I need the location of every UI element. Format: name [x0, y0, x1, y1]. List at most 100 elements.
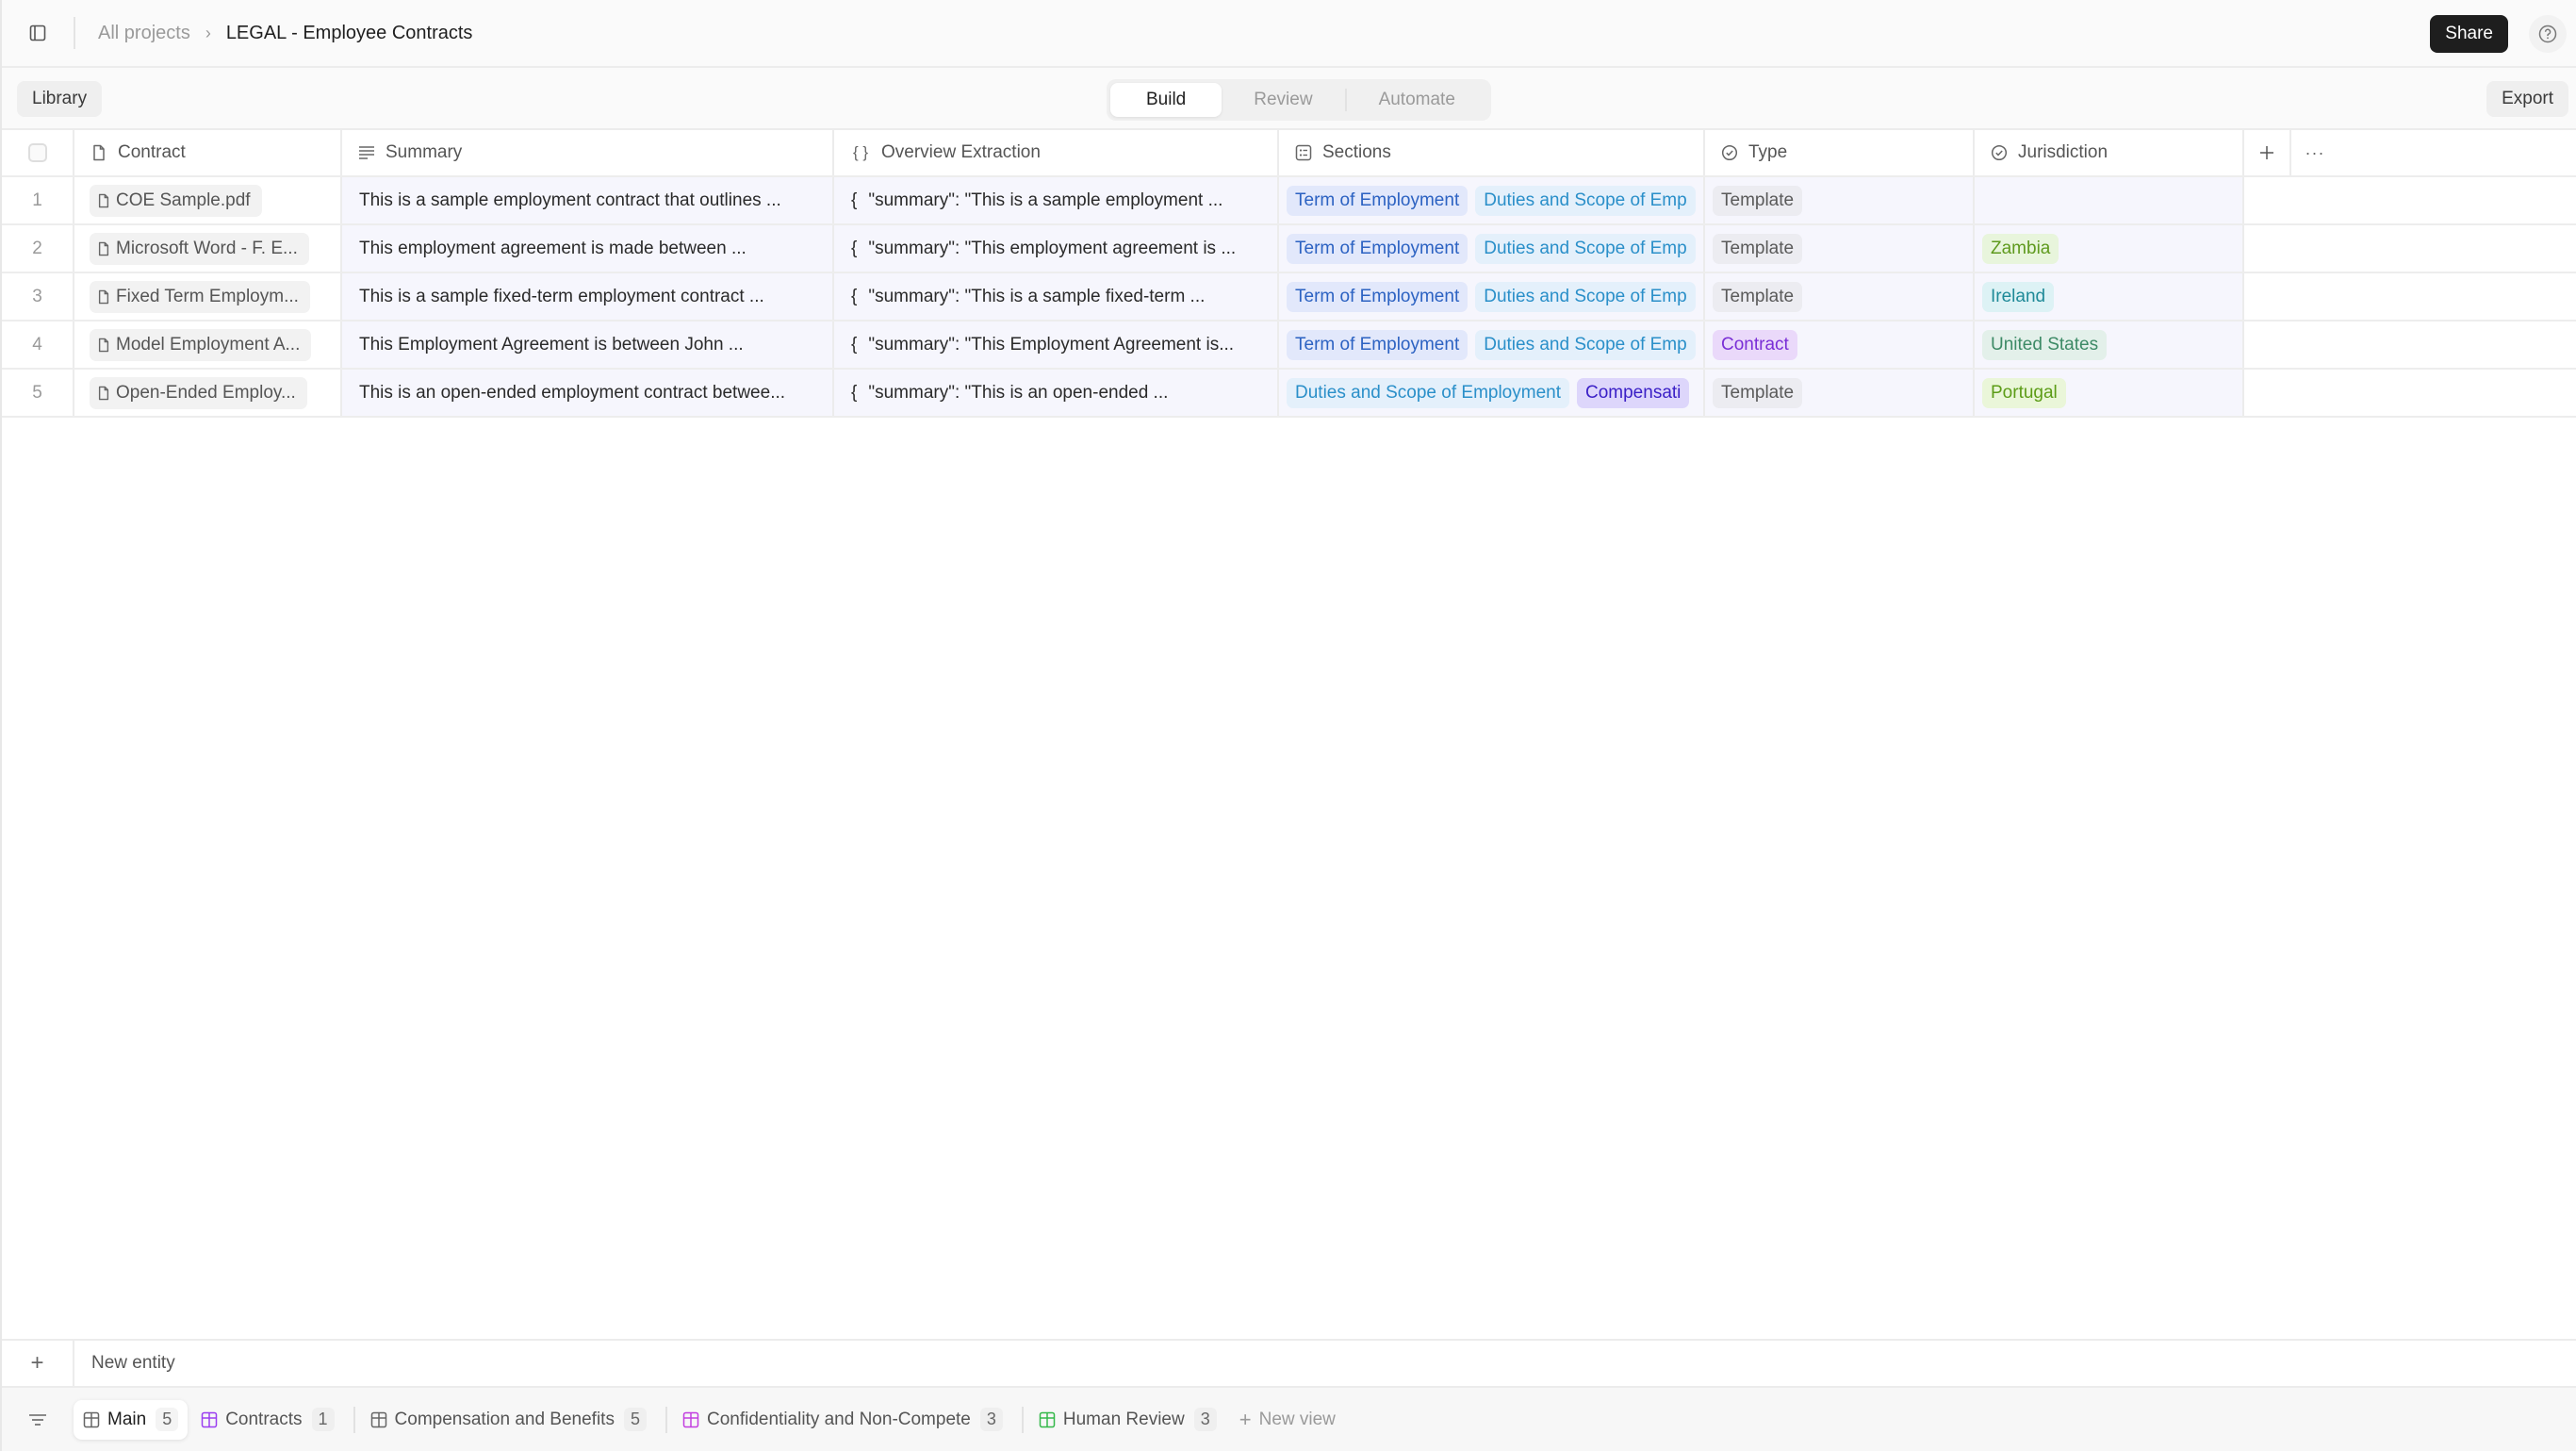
- type-cell[interactable]: Contract: [1705, 322, 1975, 368]
- column-header-sections[interactable]: Sections: [1279, 130, 1705, 175]
- file-icon: [97, 289, 110, 305]
- sections-cell[interactable]: Term of Employment Duties and Scope of Em…: [1279, 273, 1705, 320]
- overview-text: "summary": "This employment agreement is…: [868, 238, 1237, 258]
- section-tag[interactable]: Term of Employment: [1287, 233, 1468, 264]
- type-tag[interactable]: Template: [1713, 233, 1803, 264]
- section-tag[interactable]: Term of Employment: [1287, 281, 1468, 312]
- section-tag[interactable]: Duties and Scope of Emp: [1475, 281, 1696, 312]
- summary-cell[interactable]: This is an open-ended employment contrac…: [342, 370, 834, 416]
- overview-cell[interactable]: {"summary": "This Employment Agreement i…: [834, 322, 1279, 368]
- jurisdiction-cell[interactable]: United States: [1975, 322, 2244, 368]
- type-cell[interactable]: Template: [1705, 273, 1975, 320]
- tab-automate[interactable]: Automate: [1347, 83, 1487, 117]
- check-circle-icon: [1990, 143, 2009, 162]
- overview-cell[interactable]: {"summary": "This employment agreement i…: [834, 225, 1279, 272]
- overview-cell[interactable]: {"summary": "This is a sample employment…: [834, 177, 1279, 223]
- breadcrumb-all-projects[interactable]: All projects: [98, 23, 190, 44]
- overview-cell[interactable]: {"summary": "This is an open-ended ...: [834, 370, 1279, 416]
- type-tag[interactable]: Template: [1713, 281, 1803, 312]
- summary-cell[interactable]: This employment agreement is made betwee…: [342, 225, 834, 272]
- view-tab[interactable]: Confidentiality and Non-Compete 3: [673, 1400, 1012, 1440]
- type-tag[interactable]: Template: [1713, 377, 1803, 408]
- overview-text: "summary": "This is a sample fixed-term …: [868, 286, 1206, 306]
- tab-review[interactable]: Review: [1222, 83, 1344, 117]
- column-header-overview-extraction[interactable]: { } Overview Extraction: [834, 130, 1279, 175]
- view-tab[interactable]: Human Review 3: [1029, 1400, 1226, 1440]
- sidebar-toggle-button[interactable]: [2, 0, 74, 67]
- table-row[interactable]: 1 COE Sample.pdf This is a sample employ…: [2, 177, 2576, 225]
- row-number-cell[interactable]: 5: [2, 370, 74, 416]
- table-row[interactable]: 3 Fixed Term Employm... This is a sample…: [2, 273, 2576, 322]
- table-row[interactable]: 2 Microsoft Word - F. E... This employme…: [2, 225, 2576, 273]
- type-cell[interactable]: Template: [1705, 370, 1975, 416]
- contract-cell[interactable]: Fixed Term Employm...: [74, 273, 342, 320]
- column-header-jurisdiction[interactable]: Jurisdiction: [1975, 130, 2244, 175]
- contract-cell[interactable]: COE Sample.pdf: [74, 177, 342, 223]
- summary-cell[interactable]: This is a sample fixed-term employment c…: [342, 273, 834, 320]
- row-number: 3: [32, 286, 42, 306]
- share-button[interactable]: Share: [2430, 15, 2508, 53]
- jurisdiction-cell[interactable]: Zambia: [1975, 225, 2244, 272]
- new-entity-row[interactable]: + New entity: [2, 1339, 2576, 1386]
- table-row[interactable]: 5 Open-Ended Employ... This is an open-e…: [2, 370, 2576, 418]
- table-row[interactable]: 4 Model Employment A... This Employment …: [2, 322, 2576, 370]
- type-cell[interactable]: Template: [1705, 225, 1975, 272]
- row-number-cell[interactable]: 3: [2, 273, 74, 320]
- row-number-cell[interactable]: 4: [2, 322, 74, 368]
- type-cell[interactable]: Template: [1705, 177, 1975, 223]
- jurisdiction-cell[interactable]: [1975, 177, 2244, 223]
- file-chip[interactable]: Fixed Term Employm...: [90, 280, 310, 313]
- section-tag[interactable]: Duties and Scope of Emp: [1475, 329, 1696, 360]
- file-name: Microsoft Word - F. E...: [116, 238, 298, 258]
- summary-cell[interactable]: This Employment Agreement is between Joh…: [342, 322, 834, 368]
- section-tag[interactable]: Duties and Scope of Emp: [1475, 185, 1696, 216]
- column-header-type[interactable]: Type: [1705, 130, 1975, 175]
- new-view-button[interactable]: + New view: [1239, 1408, 1336, 1432]
- type-tag[interactable]: Contract: [1713, 329, 1797, 360]
- file-chip[interactable]: Microsoft Word - F. E...: [90, 232, 309, 265]
- select-all-checkbox[interactable]: [27, 143, 47, 162]
- sections-cell[interactable]: Duties and Scope of Employment Compensati: [1279, 370, 1705, 416]
- app-window: All projects › LEGAL - Employee Contract…: [0, 0, 2576, 1451]
- section-tag[interactable]: Duties and Scope of Emp: [1475, 233, 1696, 264]
- row-number: 1: [32, 190, 42, 210]
- more-options-button[interactable]: ···: [2291, 130, 2338, 175]
- filter-button[interactable]: [2, 1412, 74, 1427]
- tab-build[interactable]: Build: [1110, 83, 1222, 117]
- file-chip[interactable]: COE Sample.pdf: [90, 184, 262, 217]
- export-button[interactable]: Export: [2486, 81, 2568, 117]
- contract-cell[interactable]: Microsoft Word - F. E...: [74, 225, 342, 272]
- section-tag[interactable]: Compensati: [1577, 377, 1690, 408]
- jurisdiction-cell[interactable]: Ireland: [1975, 273, 2244, 320]
- jurisdiction-cell[interactable]: Portugal: [1975, 370, 2244, 416]
- contract-cell[interactable]: Open-Ended Employ...: [74, 370, 342, 416]
- view-tab[interactable]: Contracts 1: [191, 1400, 343, 1440]
- add-column-button[interactable]: [2244, 130, 2291, 175]
- jurisdiction-tag[interactable]: United States: [1982, 329, 2108, 360]
- library-button[interactable]: Library: [17, 81, 103, 117]
- summary-cell[interactable]: This is a sample employment contract tha…: [342, 177, 834, 223]
- overview-cell[interactable]: {"summary": "This is a sample fixed-term…: [834, 273, 1279, 320]
- sections-cell[interactable]: Term of Employment Duties and Scope of Em…: [1279, 322, 1705, 368]
- jurisdiction-tag[interactable]: Ireland: [1982, 281, 2055, 312]
- row-number-cell[interactable]: 1: [2, 177, 74, 223]
- sections-cell[interactable]: Term of Employment Duties and Scope of Em…: [1279, 225, 1705, 272]
- section-tag[interactable]: Duties and Scope of Employment: [1287, 377, 1569, 408]
- sections-cell[interactable]: Term of Employment Duties and Scope of Em…: [1279, 177, 1705, 223]
- file-chip[interactable]: Model Employment A...: [90, 328, 312, 361]
- column-header-contract[interactable]: Contract: [74, 130, 342, 175]
- view-tab-label: Main: [107, 1409, 147, 1429]
- type-tag[interactable]: Template: [1713, 185, 1803, 216]
- view-tab[interactable]: Compensation and Benefits 5: [361, 1400, 656, 1440]
- help-button[interactable]: [2529, 15, 2567, 53]
- jurisdiction-tag[interactable]: Portugal: [1982, 377, 2066, 408]
- contract-cell[interactable]: Model Employment A...: [74, 322, 342, 368]
- section-tag[interactable]: Term of Employment: [1287, 329, 1468, 360]
- view-tab[interactable]: Main 5: [74, 1399, 189, 1440]
- column-header-label: Contract: [118, 142, 186, 162]
- file-chip[interactable]: Open-Ended Employ...: [90, 376, 307, 409]
- section-tag[interactable]: Term of Employment: [1287, 185, 1468, 216]
- column-header-summary[interactable]: Summary: [342, 130, 834, 175]
- jurisdiction-tag[interactable]: Zambia: [1982, 233, 2059, 264]
- row-number-cell[interactable]: 2: [2, 225, 74, 272]
